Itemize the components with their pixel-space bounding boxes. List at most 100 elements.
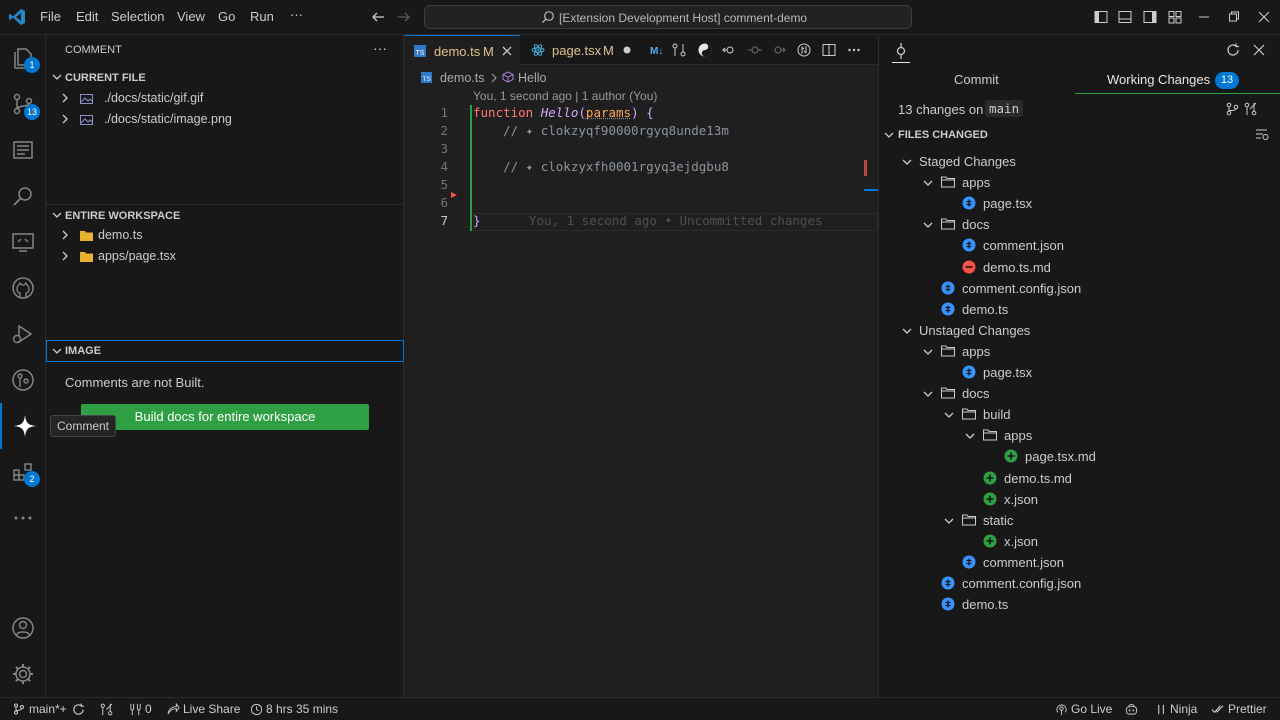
unstaged-changes-group[interactable]: Unstaged Changes <box>879 320 1280 341</box>
chevron-down-icon[interactable] <box>922 346 934 358</box>
blame-codelens[interactable]: You, 1 second ago | 1 author (You) <box>473 89 657 103</box>
tools-icon[interactable] <box>1155 703 1168 716</box>
code-line-2[interactable]: // ✦ clokzyqf90000rgyq8unde13m <box>473 123 729 138</box>
comment-activity[interactable] <box>0 403 46 449</box>
chevron-down-icon[interactable] <box>922 219 934 231</box>
commit-tab[interactable]: Commit <box>954 72 999 87</box>
current-file-item[interactable]: ./docs/static/image.png <box>46 109 404 130</box>
menu-file[interactable]: File <box>40 9 61 24</box>
tab-page-tsx[interactable]: page.tsx M <box>521 35 639 65</box>
search-activity[interactable] <box>0 173 46 219</box>
workspace-item[interactable]: apps/page.tsx <box>46 246 404 267</box>
folder-item[interactable]: docs <box>879 383 1280 404</box>
chevron-down-icon[interactable] <box>943 515 955 527</box>
docs-activity[interactable] <box>0 127 46 173</box>
chevron-down-icon[interactable] <box>901 325 913 337</box>
menu-go[interactable]: Go <box>218 9 235 24</box>
github-activity[interactable] <box>0 265 46 311</box>
file-item[interactable]: demo.ts.md <box>879 257 1280 278</box>
image-section-header[interactable]: IMAGE <box>46 340 404 362</box>
chevron-down-icon[interactable] <box>943 409 955 421</box>
code-line-1[interactable]: function Hello(params) { <box>473 105 654 120</box>
folder-item[interactable]: apps <box>879 341 1280 362</box>
back-arrow-icon[interactable] <box>371 10 385 24</box>
chevron-down-icon[interactable] <box>901 156 913 168</box>
command-center-search[interactable]: [Extension Development Host] comment-dem… <box>424 5 912 29</box>
more-activity[interactable] <box>0 495 46 541</box>
working-changes-tab[interactable]: Working Changes <box>1107 72 1210 87</box>
staged-changes-group[interactable]: Staged Changes <box>879 151 1280 172</box>
chevron-down-icon[interactable] <box>922 388 934 400</box>
customize-layout-icon[interactable] <box>1168 10 1182 24</box>
more-actions-icon[interactable] <box>847 43 861 57</box>
menu-run[interactable]: Run <box>250 9 274 24</box>
live-share-label[interactable]: Live Share <box>183 702 240 716</box>
file-item[interactable]: demo.ts <box>879 594 1280 615</box>
folder-item[interactable]: docs <box>879 214 1280 235</box>
ports-count[interactable]: 0 <box>145 702 152 716</box>
remote-activity[interactable] <box>0 219 46 265</box>
menu-view[interactable]: View <box>177 9 205 24</box>
extensions-activity[interactable]: 2 <box>0 449 46 495</box>
commit-icon[interactable] <box>748 43 762 57</box>
file-item[interactable]: page.tsx <box>879 193 1280 214</box>
explorer-activity[interactable]: 1 <box>0 35 46 81</box>
forward-arrow-icon[interactable] <box>397 10 411 24</box>
build-docs-button[interactable]: Build docs for entire workspace <box>81 404 369 430</box>
chevron-down-icon[interactable] <box>964 430 976 442</box>
code-line-4[interactable]: // ✦ clokzyxfh0001rgyq3ejdgbu8 <box>473 159 729 174</box>
gitlens-activity[interactable] <box>0 357 46 403</box>
sidebar-more-button[interactable]: ··· <box>373 40 387 56</box>
history-icon[interactable] <box>250 703 263 716</box>
files-changed-header[interactable]: FILES CHANGED <box>879 124 1280 146</box>
markdown-preview-icon[interactable]: M↓ <box>650 44 666 56</box>
file-item[interactable]: x.json <box>879 531 1280 552</box>
run-debug-activity[interactable] <box>0 311 46 357</box>
refresh-icon[interactable] <box>1226 43 1240 57</box>
breadcrumb-symbol[interactable]: Hello <box>518 71 547 85</box>
close-window-icon[interactable] <box>1258 10 1270 24</box>
status-branch[interactable]: main*+ <box>29 702 67 716</box>
menu-edit[interactable]: Edit <box>76 9 98 24</box>
toggle-panel-icon[interactable] <box>1118 10 1132 24</box>
file-item[interactable]: demo.ts <box>879 299 1280 320</box>
chevron-down-icon[interactable] <box>922 177 934 189</box>
toggle-primary-sidebar-icon[interactable] <box>1094 10 1108 24</box>
current-file-item[interactable]: ./docs/static/gif.gif <box>46 88 404 109</box>
compare-icon[interactable] <box>797 43 811 57</box>
file-item[interactable]: comment.config.json <box>879 278 1280 299</box>
accounts-activity[interactable] <box>0 605 46 651</box>
prettier-label[interactable]: Prettier <box>1228 702 1267 716</box>
worktree-icon[interactable] <box>1243 102 1257 116</box>
ninja-label[interactable]: Ninja <box>1170 702 1197 716</box>
time-tracked[interactable]: 8 hrs 35 mins <box>266 702 338 716</box>
workspace-section-header[interactable]: ENTIRE WORKSPACE <box>46 204 404 226</box>
split-editor-icon[interactable] <box>822 43 836 57</box>
branch-icon[interactable] <box>1225 102 1239 116</box>
file-item[interactable]: page.tsx <box>879 362 1280 383</box>
folder-item[interactable]: build <box>879 404 1280 425</box>
manage-activity[interactable] <box>0 651 46 697</box>
restore-icon[interactable] <box>1229 10 1239 24</box>
gitlens-launchpad-icon[interactable] <box>100 703 113 716</box>
toggle-secondary-sidebar-icon[interactable] <box>1143 10 1157 24</box>
breadcrumb-file[interactable]: demo.ts <box>440 71 484 85</box>
ports-icon[interactable] <box>129 703 142 716</box>
view-as-list-icon[interactable] <box>1255 129 1269 141</box>
minimize-icon[interactable] <box>1199 10 1209 24</box>
live-share-icon[interactable] <box>167 703 180 716</box>
close-icon[interactable] <box>1253 44 1265 56</box>
file-item[interactable]: comment.json <box>879 235 1280 256</box>
broadcast-icon[interactable] <box>1055 703 1068 716</box>
sync-icon[interactable] <box>72 703 85 716</box>
folder-item[interactable]: static <box>879 510 1280 531</box>
file-item[interactable]: x.json <box>879 489 1280 510</box>
copilot-icon[interactable] <box>1125 703 1138 716</box>
toggle-blame-icon[interactable] <box>698 43 712 57</box>
source-control-activity[interactable]: 13 <box>0 81 46 127</box>
double-check-icon[interactable] <box>1211 703 1224 716</box>
file-item[interactable]: page.tsx.md <box>879 446 1280 467</box>
menu-selection[interactable]: Selection <box>111 9 164 24</box>
open-changes-icon[interactable] <box>672 43 686 57</box>
folder-item[interactable]: apps <box>879 172 1280 193</box>
